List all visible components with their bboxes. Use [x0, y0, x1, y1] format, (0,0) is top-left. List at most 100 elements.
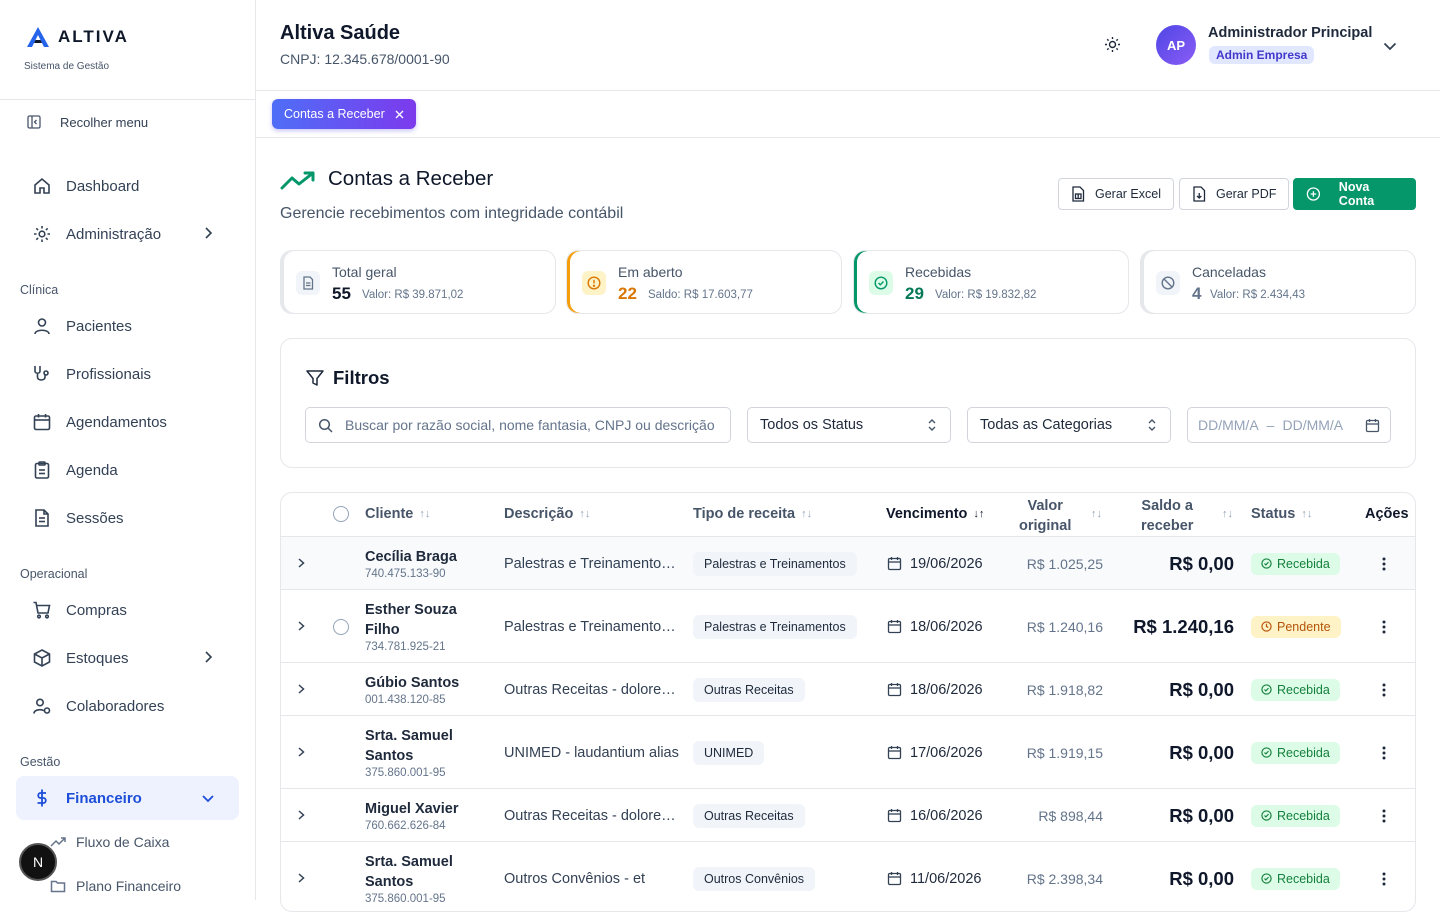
column-vencimento[interactable]: Vencimento ↓↑: [886, 506, 984, 522]
chevron-up-down-icon: [1148, 419, 1156, 431]
category-select[interactable]: Todas as Categorias: [967, 407, 1171, 443]
row-actions-button[interactable]: [1382, 590, 1386, 663]
sidebar-item-administracao[interactable]: Administração: [32, 224, 232, 244]
summary-card-em-aberto: Em aberto 22 Saldo: R$ 17.603,77: [566, 250, 842, 314]
sidebar-item-pacientes[interactable]: Pacientes: [32, 316, 232, 336]
close-icon[interactable]: [395, 110, 404, 119]
search-input[interactable]: Buscar por razão social, nome fantasia, …: [305, 407, 731, 443]
sidebar-item-profissionais[interactable]: Profissionais: [32, 364, 232, 384]
brand-name: ALTIVA: [58, 27, 129, 46]
date-to-placeholder: DD/MM/A: [1282, 417, 1344, 433]
status-label: Recebida: [1277, 808, 1330, 823]
chevron-right-icon: [298, 809, 305, 820]
row-actions-button[interactable]: [1382, 842, 1386, 911]
revenue-type-tag: Palestras e Treinamentos: [693, 614, 857, 639]
sidebar-item-agendamentos[interactable]: Agendamentos: [32, 412, 232, 432]
page-subtitle: Gerencie recebimentos com integridade co…: [280, 205, 624, 222]
column-tipo[interactable]: Tipo de receita ↑↓: [693, 506, 812, 522]
calendar-icon: [1365, 418, 1380, 432]
status-cell: Recebida: [1251, 789, 1340, 842]
table-row[interactable]: Miguel Xavier 760.662.626-84 Outras Receit…: [281, 789, 1415, 842]
card-count: 29: [905, 284, 924, 303]
section-title-operacional: Operacional: [20, 567, 88, 581]
export-pdf-button[interactable]: Gerar PDF: [1179, 178, 1290, 210]
chevron-up-down-icon: [928, 419, 936, 431]
sort-active-icon: ↓↑: [973, 508, 985, 520]
sidebar-item-agenda[interactable]: Agenda: [32, 460, 232, 480]
sidebar-item-financeiro[interactable]: Financeiro: [32, 788, 232, 808]
date-range-input[interactable]: DD/MM/A – DD/MM/A: [1187, 407, 1391, 443]
due-date-cell: 18/06/2026: [887, 663, 983, 716]
calendar-icon: [887, 683, 902, 697]
sidebar-item-sessoes[interactable]: Sessões: [32, 508, 232, 528]
row-actions-button[interactable]: [1382, 789, 1386, 842]
table-row[interactable]: Srta. Samuel Santos 375.860.001-95 UNIMED …: [281, 716, 1415, 789]
description-text: UNIMED - laudantium alias: [504, 744, 679, 761]
row-checkbox[interactable]: [333, 618, 349, 635]
sidebar-subitem-fluxo-de-caixa[interactable]: Fluxo de Caixa: [50, 834, 169, 850]
column-cliente[interactable]: Cliente ↑↓: [365, 506, 430, 522]
table-row[interactable]: Cecília Braga 740.475.133-90 Palestras e T…: [281, 537, 1415, 590]
expand-row-button[interactable]: [295, 556, 307, 570]
balance-value: R$ 1.240,16: [1133, 615, 1234, 637]
column-saldo[interactable]: Saldo a receber: [1141, 496, 1193, 536]
expand-row-button[interactable]: [295, 682, 307, 696]
original-value: R$ 898,44: [1038, 807, 1103, 824]
original-value: R$ 2.398,34: [1026, 870, 1103, 887]
date-separator: –: [1266, 417, 1275, 433]
status-label: Recebida: [1277, 745, 1330, 760]
row-actions-button[interactable]: [1382, 537, 1386, 590]
sidebar-item-compras[interactable]: Compras: [32, 600, 232, 620]
expand-row-button[interactable]: [295, 619, 307, 633]
status-label: Pendente: [1277, 619, 1331, 634]
sidebar-item-estoques[interactable]: Estoques: [32, 648, 232, 668]
sort-icon: ↑↓: [801, 508, 813, 520]
sort-icon[interactable]: ↑↓: [1091, 508, 1102, 520]
chevron-down-icon[interactable]: [1382, 38, 1398, 54]
due-date-cell: 17/06/2026: [887, 716, 983, 789]
more-vertical-icon: [1382, 620, 1386, 633]
column-acoes: Ações: [1365, 506, 1409, 522]
column-descricao[interactable]: Descrição ↑↓: [504, 506, 590, 522]
user-avatar[interactable]: AP: [1156, 25, 1196, 65]
column-valor-original[interactable]: Valor original: [1019, 496, 1071, 536]
revenue-type-tag: UNIMED: [693, 740, 765, 765]
expand-row-button[interactable]: [295, 745, 307, 759]
tab-contas-a-receber[interactable]: Contas a Receber: [272, 99, 416, 129]
column-label: Status: [1251, 506, 1296, 522]
balance-value: R$ 0,00: [1169, 867, 1234, 889]
summary-card-recebidas: Recebidas 29 Valor: R$ 19.832,82: [853, 250, 1129, 314]
card-label: Em aberto: [618, 264, 683, 280]
top-header: Altiva Saúde CNPJ: 12.345.678/0001-90 AP…: [256, 0, 1440, 91]
status-select[interactable]: Todos os Status: [747, 407, 951, 443]
card-value: Valor: R$ 19.832,82: [935, 289, 1037, 301]
trending-up-icon: [280, 171, 315, 190]
row-actions-button[interactable]: [1382, 663, 1386, 716]
expand-row-button[interactable]: [295, 871, 307, 885]
client-document: 001.438.120-85: [365, 694, 446, 706]
table-row[interactable]: Gúbio Santos 001.438.120-85 Outras Receita…: [281, 663, 1415, 716]
brand-logo[interactable]: ALTIVA: [26, 26, 129, 48]
sidebar-subitem-plano-financeiro[interactable]: Plano Financeiro: [50, 878, 181, 894]
document-icon: [296, 271, 320, 295]
new-account-button[interactable]: Nova Conta: [1293, 178, 1416, 210]
due-date-cell: 19/06/2026: [887, 537, 983, 590]
row-actions-button[interactable]: [1382, 716, 1386, 789]
expand-row-button[interactable]: [295, 808, 307, 822]
sidebar-item-dashboard[interactable]: Dashboard: [32, 176, 232, 196]
column-status[interactable]: Status ↑↓: [1251, 506, 1312, 522]
client-cell: Srta. Samuel Santos 375.860.001-95: [365, 842, 475, 911]
floating-avatar-button[interactable]: N: [19, 843, 57, 881]
description-cell: Palestras e Treinamentos - quia: [504, 590, 680, 663]
export-excel-button[interactable]: Gerar Excel: [1058, 178, 1174, 210]
status-cell: Recebida: [1251, 716, 1340, 789]
table-row[interactable]: Srta. Samuel Santos 375.860.001-95 Outros …: [281, 842, 1415, 911]
sort-icon[interactable]: ↑↓: [1222, 508, 1233, 520]
sidebar-item-colaboradores[interactable]: Colaboradores: [32, 696, 232, 716]
select-all-checkbox[interactable]: [333, 506, 349, 522]
theme-toggle-sun-icon[interactable]: [1104, 36, 1121, 53]
chevron-right-icon: [298, 872, 305, 883]
collapse-menu-button[interactable]: Recolher menu: [26, 114, 148, 130]
client-cell: Miguel Xavier 760.662.626-84: [365, 789, 475, 842]
table-row[interactable]: Esther Souza Filho 734.781.925-21 Palestra…: [281, 590, 1415, 663]
